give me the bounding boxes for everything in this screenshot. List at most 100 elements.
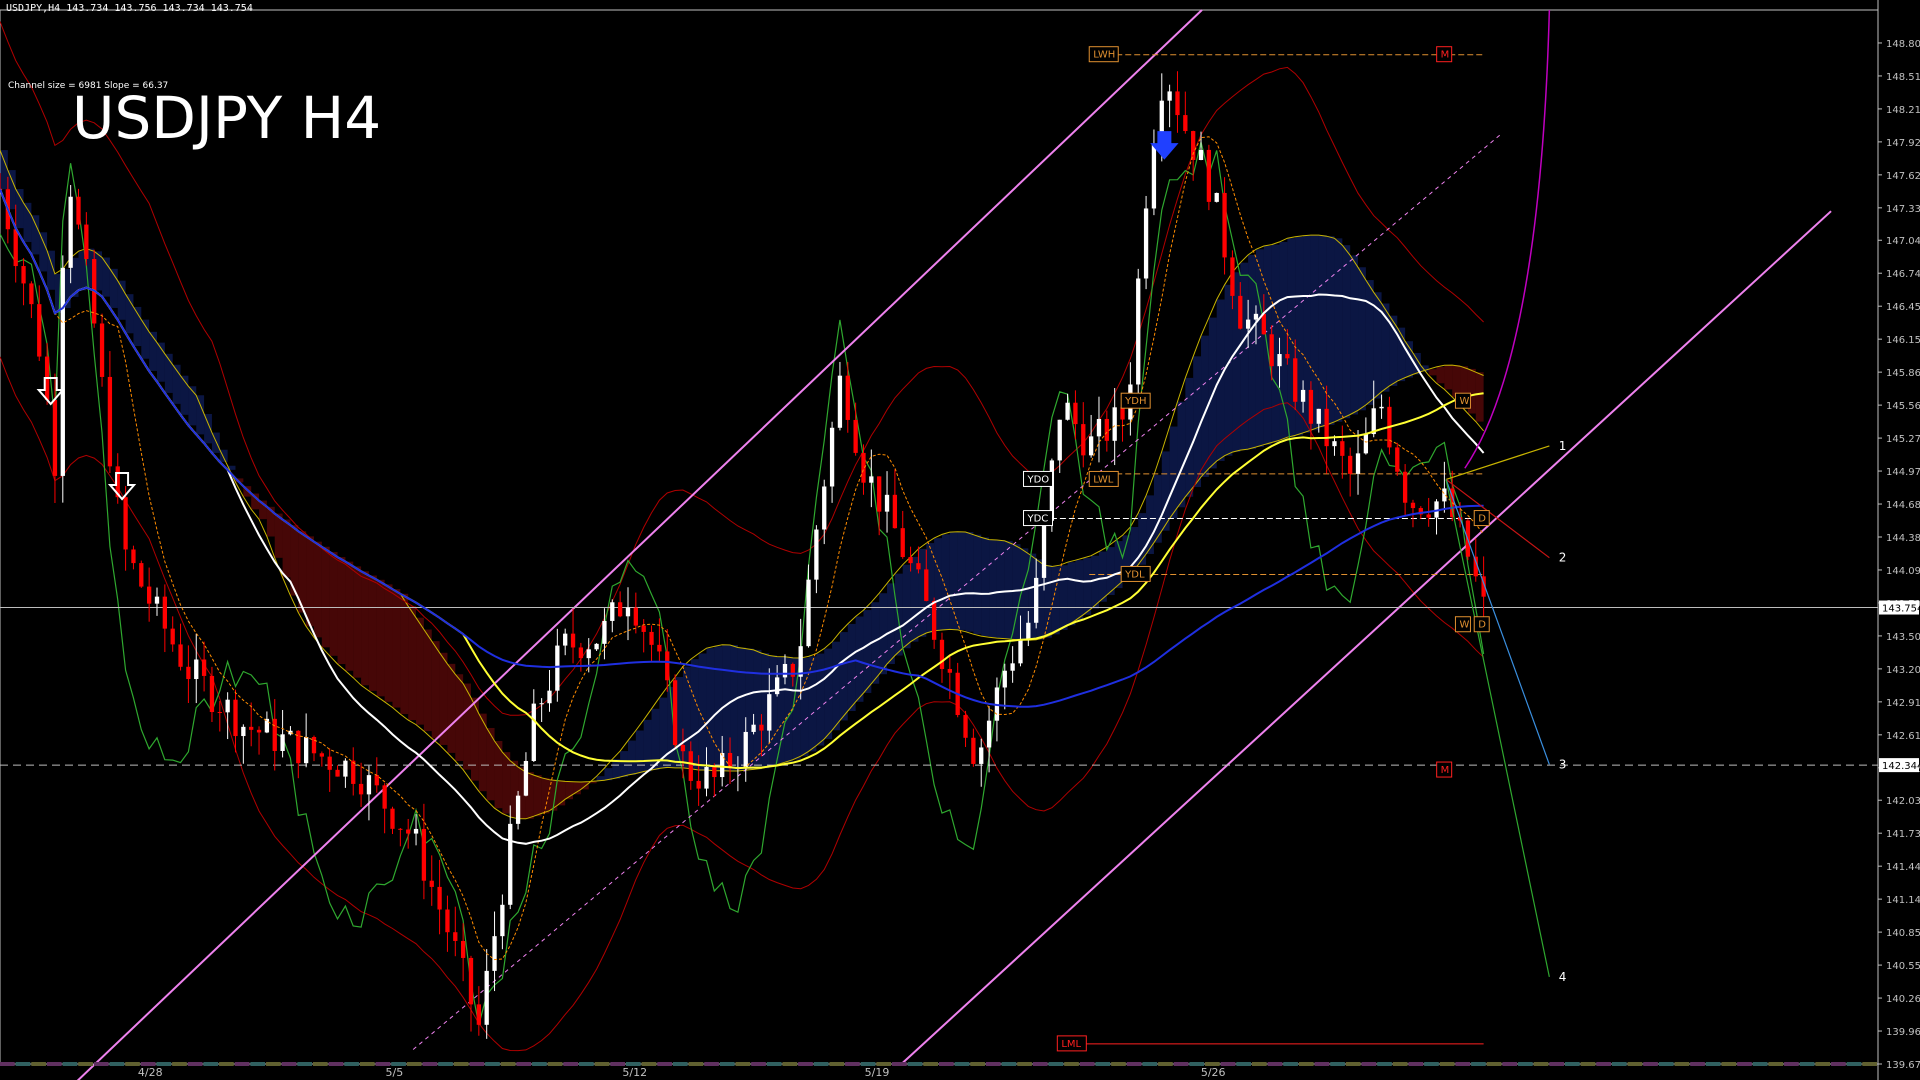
timeline-strip [250, 1062, 266, 1066]
cloud-segment [887, 583, 895, 665]
cloud-segment [941, 534, 950, 631]
candle-body [751, 724, 756, 732]
candle-body [1300, 389, 1306, 402]
timeline-strip [1392, 1062, 1408, 1066]
candle-body [1041, 520, 1047, 578]
cloud-segment [1106, 547, 1115, 596]
y-tick-label: 148.805 [1886, 39, 1920, 50]
timeline-strip [860, 1062, 876, 1066]
cloud-segment [329, 551, 338, 656]
cloud-segment [973, 534, 982, 635]
timeline-strip [1799, 1062, 1815, 1066]
timeline-strip [813, 1062, 829, 1066]
candle-body [37, 304, 42, 357]
y-tick-label: 143.500 [1886, 632, 1920, 643]
candle-body [515, 795, 521, 824]
candle-body [688, 751, 693, 781]
level-label: YDO [1027, 474, 1050, 485]
candle-body [1355, 453, 1361, 474]
timeline-strip [892, 1062, 907, 1066]
cloud-segment [1067, 562, 1076, 626]
candle-body [916, 563, 921, 570]
cloud-segment [1452, 365, 1461, 398]
candle-body [1245, 319, 1251, 329]
cloud-segment [1004, 540, 1013, 639]
candle-body [892, 494, 898, 529]
timeline-strip [438, 1062, 453, 1066]
cloud-segment [902, 564, 911, 649]
timeline-strip [1064, 1062, 1079, 1066]
candle-body [107, 376, 113, 467]
cloud-segment [376, 579, 385, 697]
timeline-strip [688, 1062, 704, 1066]
cloud-segment [847, 623, 856, 712]
candle-body [523, 760, 529, 796]
y-tick-label: 140.260 [1886, 994, 1920, 1005]
candle-body [413, 828, 419, 834]
timeline-strip [1815, 1062, 1831, 1066]
candle-body [492, 936, 497, 971]
cloud-segment [196, 395, 205, 435]
y-tick-label: 141.735 [1886, 829, 1920, 840]
candle-body [1230, 257, 1235, 296]
level-label: LWL [1093, 474, 1114, 485]
timeline-strip [172, 1062, 187, 1066]
candle-body [712, 767, 717, 778]
cloud-segment [839, 632, 848, 721]
cloud-segment [730, 645, 738, 772]
y-tick-label: 145.565 [1886, 401, 1920, 412]
level-label: W [1459, 396, 1469, 407]
timeline-strip [579, 1062, 594, 1066]
candle-body [798, 646, 803, 677]
cloud-segment [965, 531, 974, 632]
candle-body [845, 375, 850, 420]
cloud-segment [353, 566, 362, 678]
timeline-strip [1518, 1062, 1533, 1066]
timeline-strip [1126, 1062, 1142, 1066]
timeline-strip [219, 1062, 234, 1066]
candle-body [1402, 471, 1408, 503]
timeline-strip [1220, 1062, 1236, 1066]
cloud-segment [620, 751, 628, 777]
timeline-strip [766, 1062, 782, 1066]
timeline-strip [939, 1062, 954, 1066]
cloud-segment [949, 532, 958, 630]
price-chart[interactable]: 1234LWHMYDHWYDOLWLYDCDYDLWDMLML148.80514… [0, 0, 1920, 1080]
timeline-strip [1627, 1062, 1643, 1066]
y-tick-label: 147.330 [1886, 204, 1920, 215]
candle-body [1073, 402, 1078, 425]
candle-body [743, 731, 748, 768]
y-tick-label: 142.910 [1886, 698, 1920, 709]
cloud-segment [753, 649, 762, 770]
timeline-strip [1455, 1062, 1471, 1066]
cloud-segment [533, 775, 542, 817]
candle-body [225, 699, 230, 713]
timeline-strip [344, 1062, 359, 1066]
candle-body [908, 557, 913, 564]
cloud-segment [1193, 356, 1202, 488]
timeline-strip [1236, 1062, 1251, 1066]
cloud-segment [1240, 262, 1249, 451]
cloud-segment [31, 215, 40, 255]
timeline-strip [1189, 1062, 1205, 1066]
cloud-segment [643, 719, 652, 772]
candle-body [641, 625, 646, 632]
candle-body [508, 823, 513, 905]
candle-body [131, 549, 136, 564]
timeline-strip [1111, 1062, 1126, 1066]
cloud-segment [431, 641, 440, 739]
candle-body [680, 745, 686, 752]
cloud-segment [706, 648, 715, 771]
timeline-strip [422, 1062, 438, 1066]
cloud-segment [1248, 254, 1256, 450]
y-tick-label: 146.450 [1886, 302, 1920, 313]
projection-label: 3 [1559, 757, 1567, 771]
candle-body [460, 940, 466, 958]
timeline-strip [735, 1062, 751, 1066]
candle-body [335, 769, 340, 777]
timeline-strip [923, 1062, 938, 1066]
timeline-strip [985, 1062, 1001, 1066]
y-tick-label: 139.965 [1886, 1027, 1920, 1038]
level-label: YDH [1124, 396, 1146, 407]
candle-body [1081, 424, 1086, 456]
